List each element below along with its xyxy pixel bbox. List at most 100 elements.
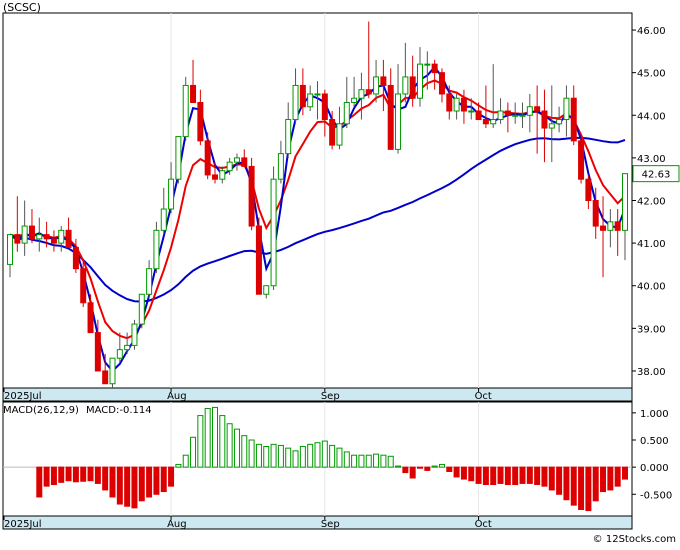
candle-up bbox=[307, 93, 314, 108]
candle-down bbox=[43, 234, 50, 240]
candle-up bbox=[131, 323, 138, 346]
macd-bar-positive bbox=[351, 454, 358, 468]
last-price-label: 42.63 bbox=[642, 170, 671, 181]
candle-down bbox=[585, 178, 592, 201]
date-tick-label: Oct bbox=[475, 391, 492, 402]
macd-bar-positive bbox=[343, 451, 350, 468]
candle-down bbox=[541, 110, 548, 129]
candle-down bbox=[87, 302, 94, 334]
macd-bar-positive bbox=[380, 454, 387, 468]
macd-bar-negative bbox=[585, 466, 592, 512]
candle-up bbox=[417, 63, 423, 99]
candle-up bbox=[526, 106, 533, 116]
macd-bar-positive bbox=[299, 446, 306, 468]
price-tick-label: 39.00 bbox=[637, 324, 666, 335]
price-tick-label: 40.00 bbox=[637, 282, 666, 293]
candle-down bbox=[28, 225, 35, 240]
macd-bar-positive bbox=[263, 446, 270, 468]
candle-up bbox=[343, 101, 350, 125]
macd-bar-negative bbox=[600, 466, 607, 493]
candle-up bbox=[219, 170, 226, 180]
macd-bar-negative bbox=[482, 466, 489, 486]
macd-date-axis-band bbox=[2, 515, 633, 530]
macd-bar-positive bbox=[219, 415, 226, 468]
candle-up bbox=[168, 178, 175, 210]
candle-up bbox=[263, 285, 270, 295]
price-tick-label: 45.00 bbox=[637, 69, 666, 80]
macd-bar-negative bbox=[94, 466, 101, 484]
candle-up bbox=[285, 119, 292, 155]
macd-bar-positive bbox=[226, 423, 233, 468]
candle-up bbox=[153, 229, 160, 270]
candle-up bbox=[453, 97, 460, 112]
macd-legend-title: MACD(26,12,9) bbox=[3, 405, 79, 416]
watermark: © 12Stocks.com bbox=[593, 534, 676, 545]
price-tick-label: 38.00 bbox=[637, 367, 666, 378]
macd-bar-positive bbox=[329, 444, 336, 468]
candle-down bbox=[534, 106, 541, 112]
macd-bar-negative bbox=[409, 466, 416, 479]
macd-bar-negative bbox=[592, 466, 599, 502]
candle-up bbox=[556, 119, 563, 125]
macd-bar-positive bbox=[270, 443, 277, 468]
candle-up bbox=[233, 157, 240, 163]
macd-bar-negative bbox=[102, 466, 109, 491]
macd-bar-negative bbox=[460, 466, 467, 480]
macd-bar-positive bbox=[255, 443, 262, 468]
candle-down bbox=[190, 84, 197, 103]
candle-down bbox=[329, 119, 336, 146]
price-tick-label: 46.00 bbox=[637, 26, 666, 37]
macd-bar-negative bbox=[570, 466, 577, 506]
macd-bar-negative bbox=[36, 466, 43, 498]
candle-up bbox=[314, 93, 321, 96]
macd-bar-negative bbox=[556, 466, 563, 495]
macd-bar-negative bbox=[109, 466, 116, 498]
macd-bar-negative bbox=[50, 466, 57, 486]
macd-bar-negative bbox=[417, 466, 423, 469]
macd-bar-negative bbox=[58, 466, 65, 483]
macd-bar-negative bbox=[468, 466, 475, 482]
candle-up bbox=[607, 221, 614, 231]
candle-down bbox=[578, 140, 585, 180]
macd-date-tick-label: 2025Jul bbox=[4, 519, 42, 530]
macd-bar-positive bbox=[387, 455, 394, 468]
candle-down bbox=[102, 370, 109, 385]
candle-up bbox=[512, 114, 519, 117]
candle-down bbox=[212, 174, 218, 180]
macd-bar-positive bbox=[314, 442, 321, 468]
candle-up bbox=[336, 123, 343, 146]
price-tick-label: 44.00 bbox=[637, 111, 666, 122]
macd-bar-positive bbox=[285, 447, 292, 468]
candle-down bbox=[50, 238, 57, 244]
candle-down bbox=[438, 72, 445, 95]
date-tick-label: 2025Jul bbox=[4, 391, 42, 402]
macd-bar-positive bbox=[292, 450, 299, 468]
candle-down bbox=[614, 221, 621, 231]
candle-up bbox=[358, 89, 365, 99]
candle-down bbox=[94, 332, 101, 372]
macd-tick-label: 1.000 bbox=[640, 409, 669, 420]
candle-down bbox=[248, 165, 255, 227]
candle-down bbox=[475, 110, 482, 121]
macd-bar-negative bbox=[504, 466, 511, 486]
candle-down bbox=[204, 140, 211, 176]
macd-bar-positive bbox=[321, 440, 328, 468]
candle-down bbox=[80, 268, 87, 304]
candle-up bbox=[490, 119, 497, 125]
candle-down bbox=[299, 84, 306, 108]
candle-down bbox=[321, 93, 328, 121]
chart-canvas: (SCSC)SCSCMA(3)41.95MA(50)43.42EMA(7)42.… bbox=[2, 1, 680, 545]
macd-bar-negative bbox=[43, 466, 50, 487]
macd-bar-negative bbox=[146, 466, 153, 498]
candle-up bbox=[36, 234, 43, 240]
candle-up bbox=[351, 97, 358, 103]
candle-up bbox=[402, 76, 409, 95]
chart-title: (SCSC) bbox=[3, 1, 41, 14]
candle-down bbox=[72, 246, 79, 270]
macd-bar-negative bbox=[534, 466, 541, 486]
macd-bar-negative bbox=[131, 466, 138, 509]
macd-bar-positive bbox=[233, 428, 240, 468]
macd-bar-negative bbox=[519, 466, 526, 484]
macd-bar-negative bbox=[65, 466, 72, 482]
macd-bar-negative bbox=[548, 466, 555, 491]
